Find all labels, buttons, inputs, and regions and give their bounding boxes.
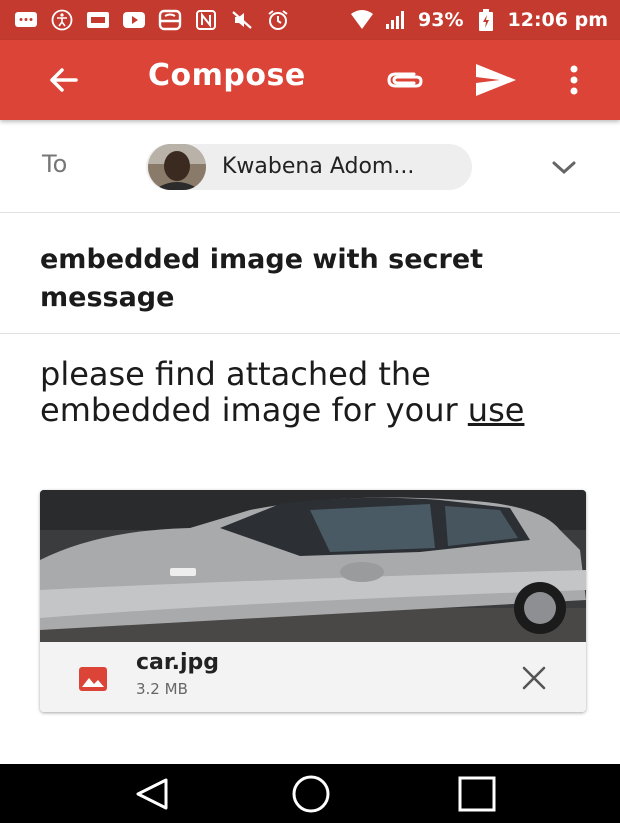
nav-back-button[interactable] — [132, 776, 172, 812]
attach-icon — [387, 72, 423, 88]
back-arrow-icon — [50, 68, 78, 92]
spellcheck-underlined-word[interactable]: use — [468, 391, 525, 429]
attach-button[interactable] — [384, 62, 426, 98]
subject-field[interactable]: embedded image with secret message — [0, 213, 620, 334]
attachment-card[interactable]: car.jpg 3.2 MB — [40, 490, 586, 712]
more-vert-icon — [570, 65, 578, 95]
status-bar: 93% 12:06 pm — [0, 0, 620, 40]
to-field[interactable]: To Kwabena Adom... — [0, 120, 620, 213]
youtube-icon — [122, 9, 146, 31]
body-line-2-text: embedded image for your — [40, 391, 468, 429]
battery-icon — [474, 9, 498, 31]
clock: 12:06 pm — [507, 9, 609, 31]
body-line-2: embedded image for your use — [40, 392, 600, 428]
body-line-1: please find attached the — [40, 355, 431, 393]
alarm-icon — [266, 9, 290, 31]
accessibility-icon — [50, 9, 74, 31]
attachment-info: car.jpg 3.2 MB — [40, 642, 586, 712]
system-nav-bar — [0, 764, 620, 823]
recipient-chip[interactable]: Kwabena Adom... — [146, 144, 472, 190]
message-body[interactable]: please find attached the embedded image … — [40, 356, 600, 428]
image-icon — [78, 666, 108, 692]
mute-icon — [230, 9, 254, 31]
close-icon — [522, 666, 546, 690]
subject-text[interactable]: embedded image with secret message — [40, 241, 580, 317]
more-options-button[interactable] — [560, 60, 588, 100]
remove-attachment-button[interactable] — [516, 660, 552, 696]
attachment-preview-image[interactable] — [40, 490, 586, 642]
recents-square-icon — [458, 776, 496, 812]
back-button[interactable] — [44, 60, 84, 100]
page-title: Compose — [148, 58, 306, 93]
home-circle-icon — [292, 775, 330, 813]
back-triangle-icon — [136, 778, 168, 810]
status-notifications — [14, 9, 290, 31]
nav-home-button[interactable] — [290, 774, 332, 814]
send-icon — [476, 64, 516, 96]
wifi-icon — [350, 9, 374, 31]
messages-icon — [14, 9, 38, 31]
attachment-file-name: car.jpg — [136, 650, 219, 675]
send-button[interactable] — [470, 60, 520, 100]
battery-percent: 93% — [418, 9, 464, 31]
app-bar: Compose — [0, 40, 620, 120]
attachment-file-size: 3.2 MB — [136, 680, 188, 698]
signal-icon — [384, 9, 408, 31]
status-system: 93% 12:06 pm — [350, 9, 608, 31]
nav-recents-button[interactable] — [456, 776, 498, 812]
expand-recipients-button[interactable] — [548, 158, 580, 178]
news-icon — [86, 9, 110, 31]
to-label: To — [42, 150, 68, 178]
cast-icon — [158, 9, 182, 31]
chevron-down-icon — [552, 161, 576, 175]
recipient-name: Kwabena Adom... — [222, 154, 415, 179]
nfc-icon — [194, 9, 218, 31]
avatar — [148, 144, 206, 190]
